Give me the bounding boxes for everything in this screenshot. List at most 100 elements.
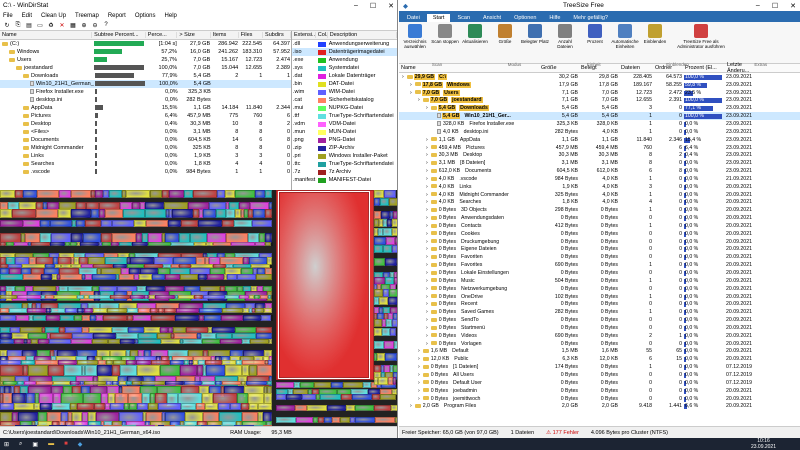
expand-chevron-icon[interactable]: › bbox=[425, 168, 429, 174]
treemap-block[interactable] bbox=[172, 209, 193, 218]
treemap-block[interactable] bbox=[286, 394, 302, 400]
tab-hilfe[interactable]: Hilfe bbox=[543, 14, 566, 22]
treemap-block[interactable] bbox=[343, 382, 363, 388]
explorer-icon[interactable]: ▤ bbox=[25, 21, 33, 29]
extension-row[interactable]: .dll Anwendungserweiterung bbox=[292, 40, 397, 48]
expand-chevron-icon[interactable]: › bbox=[417, 388, 421, 394]
treemap-block[interactable] bbox=[267, 381, 272, 385]
treemap-block[interactable] bbox=[96, 315, 103, 321]
treemap-block[interactable] bbox=[178, 295, 194, 299]
help-icon[interactable]: ? bbox=[102, 21, 110, 29]
extension-row[interactable]: .png PNG-Datei bbox=[292, 136, 397, 144]
treemap-block[interactable] bbox=[3, 381, 17, 385]
expand-chevron-icon[interactable] bbox=[433, 121, 435, 127]
treemap-block[interactable] bbox=[194, 242, 206, 246]
treemap-block[interactable] bbox=[377, 353, 385, 361]
tree-row[interactable]: Pictures 6,4% 457,9 MB 775 760 6 bbox=[0, 112, 291, 120]
treemap-block[interactable] bbox=[103, 315, 127, 321]
extension-row[interactable]: .mui NUPKG-Datei bbox=[292, 104, 397, 112]
treemap-block[interactable] bbox=[241, 403, 249, 410]
treemap-block[interactable] bbox=[133, 315, 151, 321]
treemap-block[interactable] bbox=[396, 328, 397, 336]
treemap-block[interactable] bbox=[384, 341, 394, 349]
treemap-block[interactable] bbox=[148, 242, 171, 246]
treemap-block[interactable] bbox=[0, 403, 14, 410]
treesize-row[interactable]: › 17,8 GB Windows 17,9 GB 17,8 GB 189.167 58.2… bbox=[399, 81, 800, 89]
treemap-block[interactable] bbox=[237, 274, 256, 280]
menu-item-treemap[interactable]: Treemap bbox=[75, 13, 99, 19]
treemap-block[interactable] bbox=[91, 209, 99, 218]
expand-chevron-icon[interactable]: › bbox=[425, 301, 429, 307]
expand-chevron-icon[interactable] bbox=[433, 129, 435, 135]
tree-row[interactable]: AppData 15,5% 1,1 GB 14.184 11.840 2.344 bbox=[0, 104, 291, 112]
extension-row[interactable]: .pri Windows Installer-Paket bbox=[292, 152, 397, 160]
treemap-block[interactable] bbox=[70, 381, 80, 385]
treemap-block[interactable] bbox=[327, 405, 346, 411]
treemap-block[interactable] bbox=[27, 308, 46, 313]
treemap-block[interactable] bbox=[41, 274, 52, 280]
treesize-row[interactable]: › 7,0 GB joestandard 7,1 GB 7,0 GB 12.655 2.39… bbox=[399, 97, 800, 105]
treemap-block[interactable] bbox=[230, 403, 241, 410]
tree-row[interactable]: Downloads 77,9% 5,4 GB 2 1 1 bbox=[0, 72, 291, 80]
treemap-block[interactable] bbox=[164, 308, 176, 313]
treesize-row[interactable]: › 0 Bytes Anwendungsdaten 0 Bytes 0 Bytes 0 0 0… bbox=[399, 214, 800, 222]
treesize-row[interactable]: › 0 Bytes Default User 0 Bytes 0 Bytes 0 0 0,0 … bbox=[399, 379, 800, 387]
treemap-block[interactable] bbox=[158, 403, 181, 410]
treemap-block[interactable] bbox=[380, 394, 396, 400]
treemap-block[interactable] bbox=[40, 220, 50, 227]
treemap-block[interactable] bbox=[51, 308, 65, 313]
treemap-block[interactable] bbox=[374, 289, 383, 297]
treemap-block[interactable] bbox=[126, 190, 150, 198]
treemap-block[interactable] bbox=[82, 315, 90, 321]
extension-row[interactable]: .dat Lokale Datenträger bbox=[292, 72, 397, 80]
treemap-block[interactable] bbox=[397, 353, 398, 361]
tab-ansicht[interactable]: Ansicht bbox=[477, 14, 507, 22]
treesize-row[interactable]: › 1,1 GB AppData 1,1 GB 1,1 GB 11.840 2.346 15,… bbox=[399, 136, 800, 144]
treemap-block[interactable] bbox=[84, 381, 106, 385]
ribbon-button[interactable]: Einblenden bbox=[641, 24, 669, 61]
tree-row[interactable]: (C:) [1:04 s] 27,9 GB 286.942 222.545 64.397 bbox=[0, 40, 291, 48]
treemap-block[interactable] bbox=[120, 365, 137, 376]
treemap-block[interactable] bbox=[132, 381, 141, 385]
treemap-block[interactable] bbox=[0, 274, 23, 280]
treemap-block[interactable] bbox=[397, 389, 398, 395]
treemap-block[interactable] bbox=[300, 382, 314, 388]
extension-row[interactable]: .sys Systemdatei bbox=[292, 64, 397, 72]
treemap-block[interactable] bbox=[372, 394, 380, 400]
ribbon-button[interactable]: Verzeichnis auswählen bbox=[401, 24, 429, 61]
treesize-row[interactable]: › 12,0 KB Public 6,3 KB 12,0 KB 6 15 0,0 % 20.09… bbox=[399, 355, 800, 363]
tab-scan[interactable]: Scan bbox=[451, 14, 476, 22]
treemap-block[interactable] bbox=[119, 274, 134, 280]
column-header[interactable]: Items bbox=[211, 32, 239, 38]
expand-chevron-icon[interactable]: › bbox=[425, 246, 429, 252]
treemap-block[interactable] bbox=[395, 417, 397, 423]
explorer-icon[interactable]: ▬ bbox=[48, 441, 54, 447]
treemap-block[interactable] bbox=[58, 209, 71, 218]
refresh-icon[interactable]: ↻ bbox=[3, 21, 11, 29]
expand-chevron-icon[interactable]: › bbox=[425, 254, 429, 260]
treemap-block[interactable] bbox=[346, 405, 355, 411]
treemap-block[interactable] bbox=[183, 339, 202, 344]
treemap-block[interactable] bbox=[17, 381, 24, 385]
ribbon-button[interactable]: Automatische Einheiten bbox=[611, 24, 639, 61]
treemap-block[interactable] bbox=[150, 190, 162, 198]
treesize-row[interactable]: › 0 Bytes SendTo 0 Bytes 0 Bytes 0 0 0,0 % 20.09… bbox=[399, 316, 800, 324]
treemap-block[interactable] bbox=[59, 190, 71, 198]
treemap-block[interactable] bbox=[265, 209, 272, 218]
treemap-block[interactable] bbox=[213, 242, 231, 246]
treemap-block[interactable] bbox=[71, 209, 91, 218]
treesize-row[interactable]: › 4,0 KB Links 1,9 KB 4,0 KB 3 0 0,0 % 20.09.202… bbox=[399, 183, 800, 191]
treemap-block[interactable] bbox=[102, 242, 111, 246]
treemap-block[interactable] bbox=[222, 308, 243, 313]
treemap-block[interactable] bbox=[271, 315, 273, 321]
extension-row[interactable]: .mun MUN-Datei bbox=[292, 128, 397, 136]
treemap-block[interactable] bbox=[388, 297, 397, 305]
treesize-row[interactable]: › 3,1 MB [8 Dateien] 3,1 MB 3,1 MB 8 0 0,0 % 23.… bbox=[399, 159, 800, 167]
extension-row[interactable]: .wim WIM-Datei bbox=[292, 88, 397, 96]
treemap-block[interactable] bbox=[202, 381, 215, 385]
treemap-block[interactable] bbox=[74, 315, 82, 321]
treesize-row[interactable]: › 0 Bytes joemittwoch 0 Bytes 0 Bytes 0 0 0,0 %… bbox=[399, 395, 800, 403]
treesize-row[interactable]: › 0 Bytes Druckumgebung 0 Bytes 0 Bytes 0 0 0,0… bbox=[399, 238, 800, 246]
treemap[interactable] bbox=[0, 190, 398, 426]
treemap-block[interactable] bbox=[24, 381, 36, 385]
